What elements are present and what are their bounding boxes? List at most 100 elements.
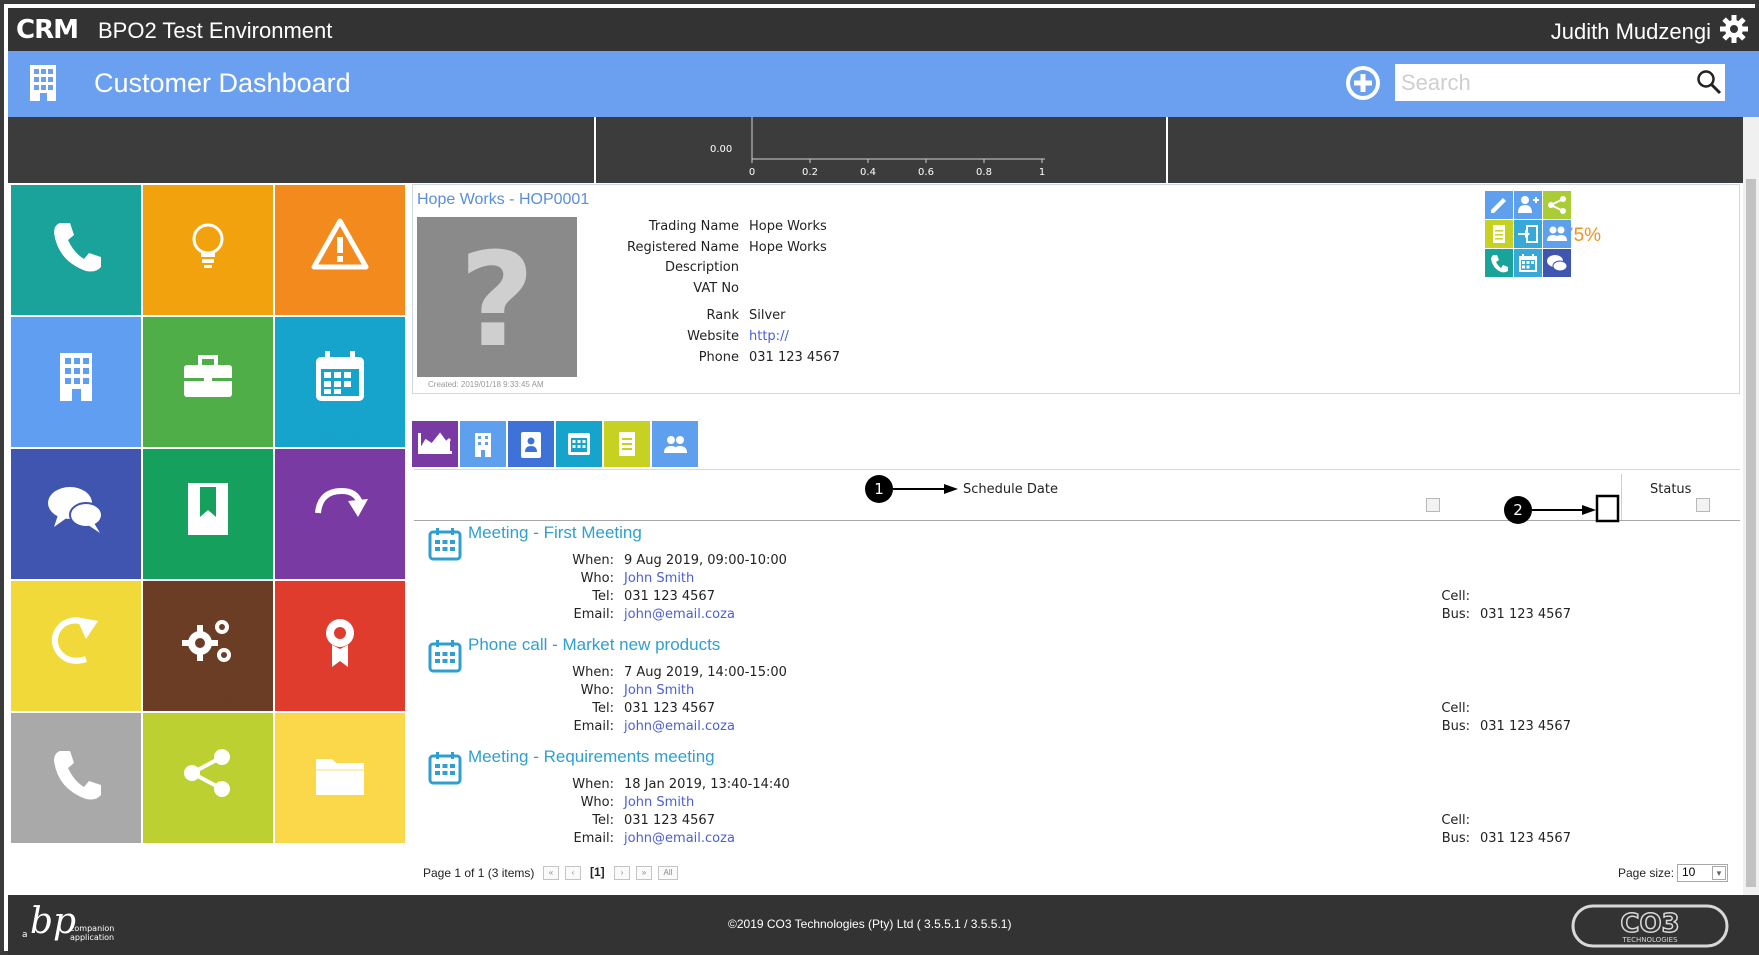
field-registered-name: Registered Name Hope Works <box>539 240 1039 258</box>
tab-activities[interactable] <box>556 421 602 467</box>
activity-bus-label: Bus: <box>1441 607 1470 622</box>
activity-bus-row: Bus: 031 123 4567 <box>1432 607 1732 625</box>
tile-orders[interactable]: orders <box>143 449 273 579</box>
activity-title[interactable]: Phone call - Market new products <box>468 635 720 655</box>
search-input[interactable] <box>1395 64 1725 101</box>
activity-who-value[interactable]: John Smith <box>624 683 694 698</box>
tile-service-calls[interactable]: service calls <box>11 713 141 843</box>
x-tick-label: 0.2 <box>802 167 818 178</box>
add-user-icon[interactable] <box>1514 191 1542 219</box>
activity-item: Phone call - Market new products When: 7 A… <box>414 631 1740 741</box>
tile-cases[interactable]: cases <box>143 317 273 447</box>
gear-icon[interactable] <box>1719 14 1749 44</box>
tab-contacts[interactable] <box>508 421 554 467</box>
created-date: Created: 2019/01/18 9:33:45 AM <box>428 380 544 389</box>
strip-divider <box>1166 117 1168 183</box>
field-label: Phone <box>698 350 739 365</box>
activity-email-value[interactable]: john@email.coza <box>624 831 735 846</box>
field-description: Description <box>539 260 1039 278</box>
activity-email-value[interactable]: john@email.coza <box>624 607 735 622</box>
vertical-scrollbar[interactable] <box>1743 117 1759 895</box>
schedule-filter-button[interactable] <box>1426 498 1440 512</box>
tab-customer[interactable] <box>460 421 506 467</box>
activity-who-value[interactable]: John Smith <box>624 571 694 586</box>
calendar-icon[interactable] <box>1514 249 1542 277</box>
tile-activities[interactable]: activities <box>275 317 405 447</box>
activity-email-row: Email: john@email.coza <box>444 831 1044 849</box>
prev-page-button[interactable]: ‹ <box>565 866 581 880</box>
tile-equipment[interactable]: equipment <box>143 581 273 711</box>
activity-bus-row: Bus: 031 123 4567 <box>1432 831 1732 849</box>
tile-create-cold-call[interactable]: create cold call <box>11 185 141 315</box>
status-filter-button[interactable] <box>1696 498 1710 512</box>
activity-email-row: Email: john@email.coza <box>444 719 1044 737</box>
activity-tel-row: Tel: 031 123 4567 <box>444 813 1044 831</box>
tab-users[interactable] <box>652 421 698 467</box>
award-icon <box>326 619 354 667</box>
tile-label: recommendations <box>160 295 256 309</box>
status-header[interactable]: Status <box>1650 482 1691 497</box>
activity-title[interactable]: Meeting - First Meeting <box>468 523 642 543</box>
login-icon[interactable] <box>1514 220 1542 248</box>
x-tick-label: 0.4 <box>860 167 876 178</box>
contacts-icon[interactable] <box>1543 220 1571 248</box>
share-icon[interactable] <box>1543 191 1571 219</box>
next-page-button[interactable]: › <box>614 866 630 880</box>
tile-label: cases <box>192 427 224 441</box>
document-icon[interactable] <box>1485 220 1513 248</box>
schedule-date-header[interactable]: Schedule Date <box>963 482 1058 497</box>
tile-files[interactable]: files <box>275 713 405 843</box>
tile-invoices[interactable]: invoices <box>275 449 405 579</box>
tile-3rd-party[interactable]: 3rd party <box>143 713 273 843</box>
field-phone: Phone 031 123 4567 <box>539 350 1039 368</box>
activity-bus-label: Bus: <box>1441 831 1470 846</box>
tile-contracts[interactable]: contracts <box>275 581 405 711</box>
scrollbar-thumb[interactable] <box>1746 179 1756 887</box>
page-title: Customer Dashboard <box>94 68 351 98</box>
activity-who-label: Who: <box>580 571 614 586</box>
current-page[interactable]: [1] <box>590 865 605 879</box>
activity-bus-value: 031 123 4567 <box>1480 831 1571 846</box>
app-window: CRM BPO2 Test Environment Judith Mudzeng… <box>0 0 1759 955</box>
briefcase-icon <box>184 355 232 397</box>
page-size-select[interactable]: 10 ▼ <box>1677 864 1728 882</box>
chat-icon[interactable] <box>1543 249 1571 277</box>
activity-item: Meeting - Requirements meeting When: 18 Ja… <box>414 743 1740 853</box>
tile-customers[interactable]: customers <box>11 317 141 447</box>
phone-icon[interactable] <box>1485 249 1513 277</box>
tile-label: orders <box>190 559 225 573</box>
user-name[interactable]: Judith Mudzengi <box>1551 19 1711 45</box>
field-value[interactable]: http:// <box>749 329 789 344</box>
tab-documents[interactable] <box>604 421 650 467</box>
first-page-button[interactable]: « <box>543 866 559 880</box>
activity-title[interactable]: Meeting - Requirements meeting <box>468 747 715 767</box>
edit-icon[interactable] <box>1485 191 1513 219</box>
activity-tel-label: Tel: <box>592 701 614 716</box>
chart-strip: 0.00 0 0.2 0.4 0.6 0.8 1 <box>8 117 1743 183</box>
tile-label: 3rd party <box>184 823 232 837</box>
activity-who-row: Who: John Smith <box>444 571 1044 589</box>
tile-label: service calls <box>43 823 109 837</box>
activity-who-label: Who: <box>580 683 614 698</box>
tile-label: customers <box>48 427 104 441</box>
tile-quotes[interactable]: quotes <box>11 449 141 579</box>
search-icon[interactable] <box>1696 69 1722 95</box>
add-icon[interactable] <box>1344 64 1382 102</box>
tile-label: activities <box>316 427 363 441</box>
x-tick-label: 0.8 <box>976 167 992 178</box>
tile-recommendations[interactable]: recommendations <box>143 185 273 315</box>
activity-email-value[interactable]: john@email.coza <box>624 719 735 734</box>
activity-who-value[interactable]: John Smith <box>624 795 694 810</box>
tab-charts[interactable] <box>412 421 458 467</box>
activity-who-label: Who: <box>580 795 614 810</box>
mini-chart: 0.00 0 0.2 0.4 0.6 0.8 1 <box>710 117 1045 178</box>
all-pages-button[interactable]: All <box>658 866 678 880</box>
pager-info: Page 1 of 1 (3 items) <box>423 866 535 880</box>
customer-name[interactable]: Hope Works - HOP0001 <box>417 191 589 209</box>
x-tick-label: 0 <box>749 167 755 178</box>
field-value: Hope Works <box>749 240 827 255</box>
tile-credit-notes[interactable]: credit notes <box>11 581 141 711</box>
last-page-button[interactable]: » <box>636 866 652 880</box>
tile-warnings[interactable]: warnings <box>275 185 405 315</box>
activity-tel-row: Tel: 031 123 4567 <box>444 701 1044 719</box>
